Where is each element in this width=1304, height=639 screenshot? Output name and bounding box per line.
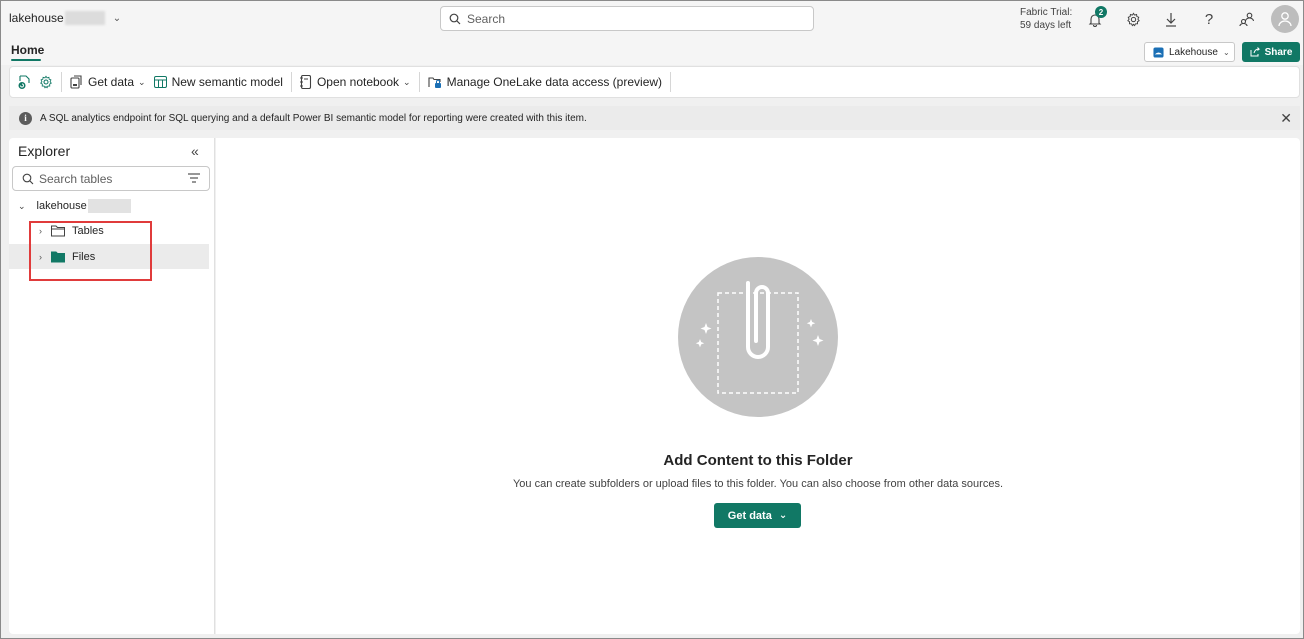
search-icon xyxy=(449,13,461,24)
semantic-model-icon xyxy=(153,76,167,88)
refresh-button[interactable] xyxy=(10,70,35,94)
refresh-document-icon xyxy=(18,74,30,89)
notification-count-badge: 2 xyxy=(1095,6,1107,18)
get-data-label: Get data xyxy=(88,75,135,89)
gear-icon xyxy=(40,75,52,89)
settings-ribbon-button[interactable] xyxy=(35,70,57,94)
annotation-highlight-box xyxy=(29,221,152,281)
download-icon xyxy=(1166,12,1176,27)
chevron-down-icon: ⌄ xyxy=(138,76,146,87)
empty-folder-illustration xyxy=(678,257,838,417)
explorer-panel: Explorer « ⌄ lakehouse › Tables › Files xyxy=(9,138,215,634)
item-type-label: Lakehouse xyxy=(1169,46,1218,58)
active-tab-indicator xyxy=(11,59,41,61)
chevron-down-icon: ⌄ xyxy=(403,76,411,87)
new-semantic-model-label: New semantic model xyxy=(171,75,283,89)
manage-onelake-label: Manage OneLake data access (preview) xyxy=(446,75,663,89)
manage-onelake-access-button[interactable]: Manage OneLake data access (preview) xyxy=(424,70,666,94)
tab-home[interactable]: Home xyxy=(11,43,44,57)
share-button[interactable]: Share xyxy=(1242,42,1300,62)
empty-state-title: Add Content to this Folder xyxy=(663,452,853,469)
tree-root-lakehouse[interactable]: ⌄ lakehouse xyxy=(9,195,209,217)
person-icon xyxy=(1278,12,1292,27)
user-avatar[interactable] xyxy=(1271,5,1299,33)
ribbon-separator xyxy=(418,72,420,92)
download-button[interactable] xyxy=(1161,9,1181,29)
chevron-down-icon: ⌄ xyxy=(1222,47,1230,57)
ribbon-separator xyxy=(670,72,672,92)
get-data-button-label: Get data xyxy=(727,509,772,522)
people-share-icon xyxy=(1239,12,1255,27)
collapse-panel-icon[interactable]: « xyxy=(191,143,199,159)
ribbon-toolbar: Get data ⌄ New semantic model Open noteb… xyxy=(9,66,1300,98)
tab-row: Home Lakehouse ⌄ Share xyxy=(1,37,1303,65)
feedback-button[interactable] xyxy=(1237,9,1257,29)
open-notebook-button[interactable]: Open notebook ⌄ xyxy=(296,70,415,94)
main-content: Add Content to this Folder You can creat… xyxy=(216,138,1300,634)
redacted-name-part xyxy=(64,11,105,25)
close-icon[interactable]: ✕ xyxy=(1280,110,1292,127)
info-message-text: A SQL analytics endpoint for SQL queryin… xyxy=(40,112,587,124)
app-window: lakehouse ⌄ Fabric Trial: 59 days left 2… xyxy=(0,0,1304,639)
ribbon-separator xyxy=(290,72,292,92)
chevron-down-icon: ⌄ xyxy=(112,12,122,24)
lakehouse-icon xyxy=(1153,46,1164,58)
explorer-title: Explorer xyxy=(18,143,71,159)
ribbon-separator xyxy=(61,72,62,92)
filter-icon[interactable] xyxy=(188,173,200,183)
trial-label: Fabric Trial: xyxy=(1020,7,1073,18)
workspace-switcher[interactable]: lakehouse ⌄ xyxy=(9,11,121,25)
open-notebook-label: Open notebook xyxy=(316,75,400,89)
tree-root-label: lakehouse xyxy=(36,200,87,212)
explorer-search-input[interactable] xyxy=(39,171,179,186)
share-icon xyxy=(1250,47,1260,57)
explorer-search[interactable] xyxy=(12,166,210,191)
empty-state-subtitle: You can create subfolders or upload file… xyxy=(512,478,1003,490)
question-mark-icon: ? xyxy=(1204,10,1214,28)
settings-button[interactable] xyxy=(1123,9,1143,29)
search-icon xyxy=(22,173,34,184)
gear-icon xyxy=(1126,12,1140,26)
trial-days-left: 59 days left xyxy=(1020,20,1072,31)
item-type-switcher[interactable]: Lakehouse ⌄ xyxy=(1144,42,1235,62)
info-message-bar: i A SQL analytics endpoint for SQL query… xyxy=(9,106,1300,130)
global-search[interactable] xyxy=(440,6,814,31)
lock-folder-icon xyxy=(428,77,441,88)
trial-status[interactable]: Fabric Trial: 59 days left xyxy=(1020,6,1072,32)
top-bar: lakehouse ⌄ Fabric Trial: 59 days left 2… xyxy=(1,1,1303,37)
info-icon: i xyxy=(19,111,32,125)
help-button[interactable]: ? xyxy=(1199,9,1219,29)
share-label: Share xyxy=(1264,46,1293,58)
chevron-down-icon: ⌄ xyxy=(778,510,788,521)
new-semantic-model-button[interactable]: New semantic model xyxy=(150,70,287,94)
notebook-icon xyxy=(299,75,312,89)
chevron-down-icon: ⌄ xyxy=(18,200,26,211)
workspace-name: lakehouse xyxy=(9,11,64,25)
get-data-icon xyxy=(70,75,82,89)
paperclip-icon xyxy=(695,281,824,394)
redacted-name-part xyxy=(87,199,131,213)
global-search-input[interactable] xyxy=(467,11,767,26)
empty-state-get-data-button[interactable]: Get data ⌄ xyxy=(714,503,801,528)
get-data-button[interactable]: Get data ⌄ xyxy=(66,70,150,94)
